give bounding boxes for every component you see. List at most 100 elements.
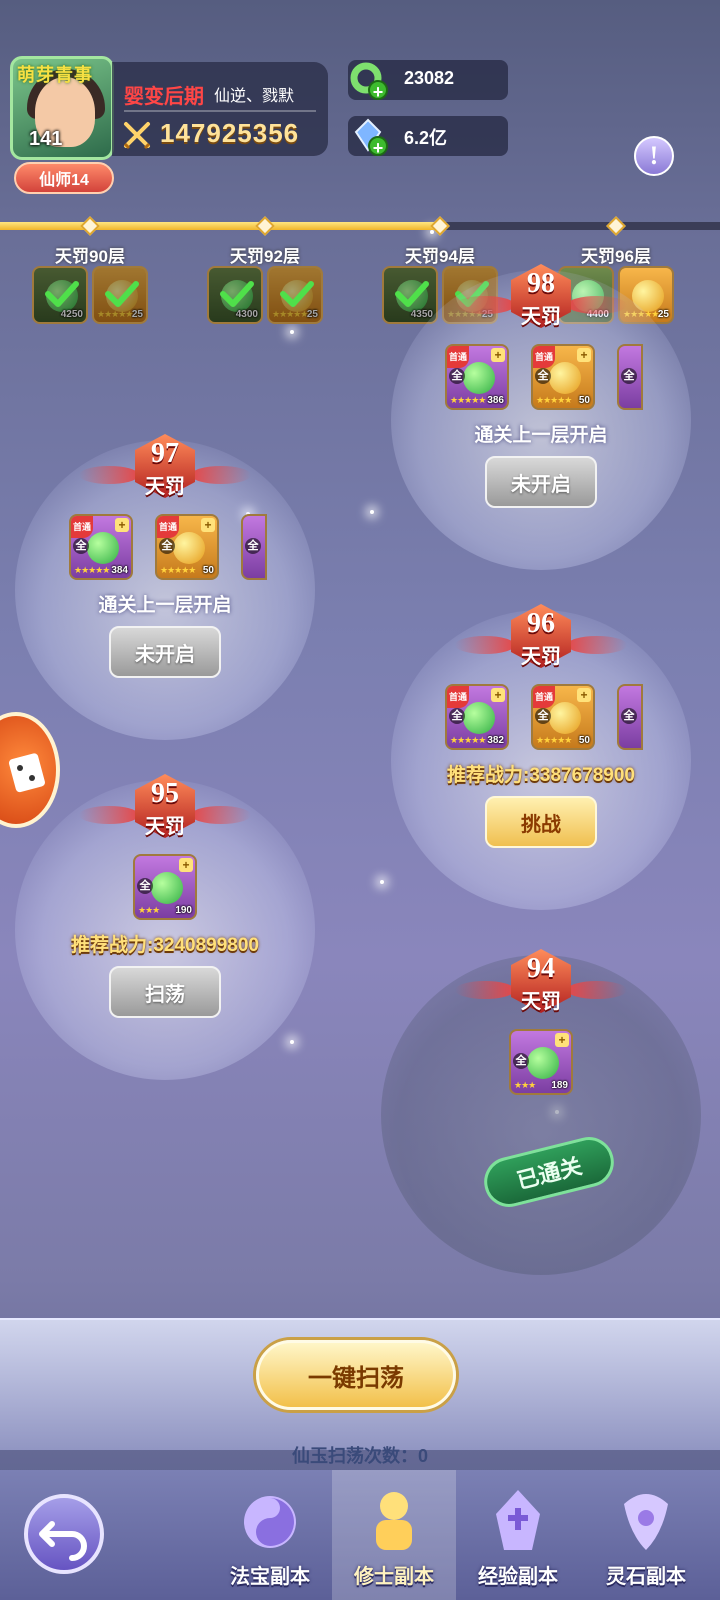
milestone-reward[interactable]: 4250 — [32, 266, 88, 324]
stage-number: 94 — [527, 953, 555, 984]
add-jade-button[interactable]: + — [368, 80, 388, 102]
plus-corner-icon: + — [115, 518, 129, 532]
plus-corner-icon: + — [555, 1033, 569, 1047]
first-clear-tag: 首通 — [533, 686, 555, 708]
milestone-reward[interactable]: ★★★★★25 — [267, 266, 323, 324]
stage-word: 天罚 — [521, 646, 561, 668]
reward-stars: ★★★★★ — [74, 566, 110, 576]
reward-count: 50 — [202, 565, 214, 576]
milestone-node — [430, 216, 450, 236]
stage-badge: 94 天罚 — [455, 945, 627, 1021]
reward-count: 382 — [487, 735, 504, 746]
crystal-icon: + — [348, 116, 388, 158]
stage-reward-peek[interactable]: 全 — [617, 684, 643, 750]
nav-tab-4[interactable]: 灵石副本 — [584, 1470, 708, 1600]
plus-corner-icon: + — [179, 858, 193, 872]
sweep-stage-button[interactable]: 扫荡 — [109, 966, 221, 1018]
nav-tab-1[interactable]: 法宝副本 — [208, 1470, 332, 1600]
reward-count: 50 — [578, 395, 590, 406]
milestone-node — [606, 216, 626, 236]
plus-corner-icon: + — [491, 688, 505, 702]
stage-word: 天罚 — [521, 991, 561, 1013]
first-clear-tag: 首通 — [447, 686, 469, 708]
claimed-check-icon — [269, 268, 321, 322]
nav-tab-label: 灵石副本 — [606, 1566, 686, 1588]
jade-amount: 23082 — [404, 68, 455, 88]
milestone-reward[interactable]: 4300 — [207, 266, 263, 324]
exp-tower-icon — [486, 1484, 550, 1554]
all-tag: 全 — [535, 368, 551, 384]
unlock-hint: 通关上一层开启 — [474, 425, 608, 446]
nav-tab-3[interactable]: 经验副本 — [456, 1470, 580, 1600]
milestone-reward[interactable]: ★★★★★25 — [92, 266, 148, 324]
first-clear-tag: 首通 — [71, 516, 93, 538]
stage-reward[interactable]: 首通 + 全 ★★★★★ 50 — [155, 514, 219, 580]
milestone-node — [255, 216, 275, 236]
combat-power: 147925356 — [160, 118, 300, 148]
milestone-node — [80, 216, 100, 236]
reward-count: 190 — [175, 905, 192, 916]
reward-stars: ★★★ — [138, 906, 160, 916]
stage-reward-peek[interactable]: 全 — [617, 344, 643, 410]
stage-badge: 96 天罚 — [455, 600, 627, 676]
all-tag: 全 — [513, 1053, 529, 1069]
recommended-power: 推荐战力:3387678900 — [447, 765, 635, 786]
milestone-label: 天罚94层 — [405, 247, 475, 266]
crystal-amount: 6.2亿 — [404, 128, 448, 148]
currency-crystal[interactable]: + 6.2亿 — [348, 116, 508, 158]
sweep-count-value: 0 — [417, 1446, 428, 1466]
side-event-button[interactable] — [0, 712, 60, 828]
nav-tab-label: 经验副本 — [478, 1566, 558, 1588]
nav-tab-2[interactable]: 修士副本 — [332, 1470, 456, 1600]
stage-reward[interactable]: 首通 + 全 ★★★★★ 386 — [445, 344, 509, 410]
reward-stars: ★★★ — [514, 1081, 536, 1091]
reward-stars: ★★★★★ — [450, 396, 486, 406]
one-click-sweep-button[interactable]: 一键扫荡 — [256, 1340, 456, 1410]
stage-reward[interactable]: 首通 + 全 ★★★★★ 50 — [531, 684, 595, 750]
all-tag: 全 — [621, 708, 637, 724]
back-button[interactable] — [24, 1494, 104, 1574]
stage-word: 天罚 — [145, 816, 185, 838]
plus-corner-icon: + — [577, 688, 591, 702]
reward-stars: ★★★★★ — [160, 566, 196, 576]
stage-reward-peek[interactable]: 全 — [241, 514, 267, 580]
back-arrow-icon — [39, 1521, 87, 1561]
first-clear-tag: 首通 — [447, 346, 469, 368]
stage-number: 95 — [151, 778, 179, 809]
stage-reward[interactable]: 首通 + 全 ★★★★★ 384 — [69, 514, 133, 580]
milestone-reward[interactable]: 4350 — [382, 266, 438, 324]
first-clear-tag: 首通 — [533, 346, 555, 368]
challenge-button[interactable]: 挑战 — [485, 796, 597, 848]
plus-corner-icon: + — [491, 348, 505, 362]
locked-button[interactable]: 未开启 — [109, 626, 221, 678]
milestone-label: 天罚92层 — [230, 247, 300, 266]
gold-spirit-icon — [549, 362, 581, 394]
locked-button[interactable]: 未开启 — [485, 456, 597, 508]
info-button[interactable]: ! — [634, 136, 674, 176]
reward-stars: ★★★★★ — [450, 736, 486, 746]
all-tag: 全 — [159, 538, 175, 554]
add-crystal-button[interactable]: + — [368, 136, 388, 158]
green-spirit-icon — [87, 532, 119, 564]
stage-number: 97 — [151, 438, 179, 469]
stage-reward[interactable]: + 全 ★★★ 189 — [509, 1029, 573, 1095]
all-tag: 全 — [449, 708, 465, 724]
sweep-count-label: 仙玉扫荡次数： — [291, 1446, 418, 1466]
reward-count: 386 — [487, 395, 504, 406]
cultivator-icon — [362, 1484, 426, 1554]
stage-number: 96 — [527, 608, 555, 639]
stage-reward[interactable]: 首通 + 全 ★★★★★ 50 — [531, 344, 595, 410]
vortex-icon — [238, 1484, 302, 1554]
nav-tab-label: 法宝副本 — [230, 1566, 310, 1588]
first-clear-tag: 首通 — [157, 516, 179, 538]
player-avatar[interactable]: 萌芽青事 141 — [10, 56, 114, 160]
player-names: 仙逆、戮默 — [214, 88, 295, 105]
vip-badge[interactable]: 仙师14 — [14, 162, 114, 194]
avatar-title: 萌芽青事 — [17, 65, 93, 85]
currency-jade[interactable]: + 23082 — [348, 60, 508, 102]
stage-reward[interactable]: 首通 + 全 ★★★★★ 382 — [445, 684, 509, 750]
stage-reward[interactable]: + 全 ★★★ 190 — [133, 854, 197, 920]
player-level: 141 — [29, 128, 63, 150]
all-tag: 全 — [535, 708, 551, 724]
stage-word: 天罚 — [145, 476, 185, 498]
